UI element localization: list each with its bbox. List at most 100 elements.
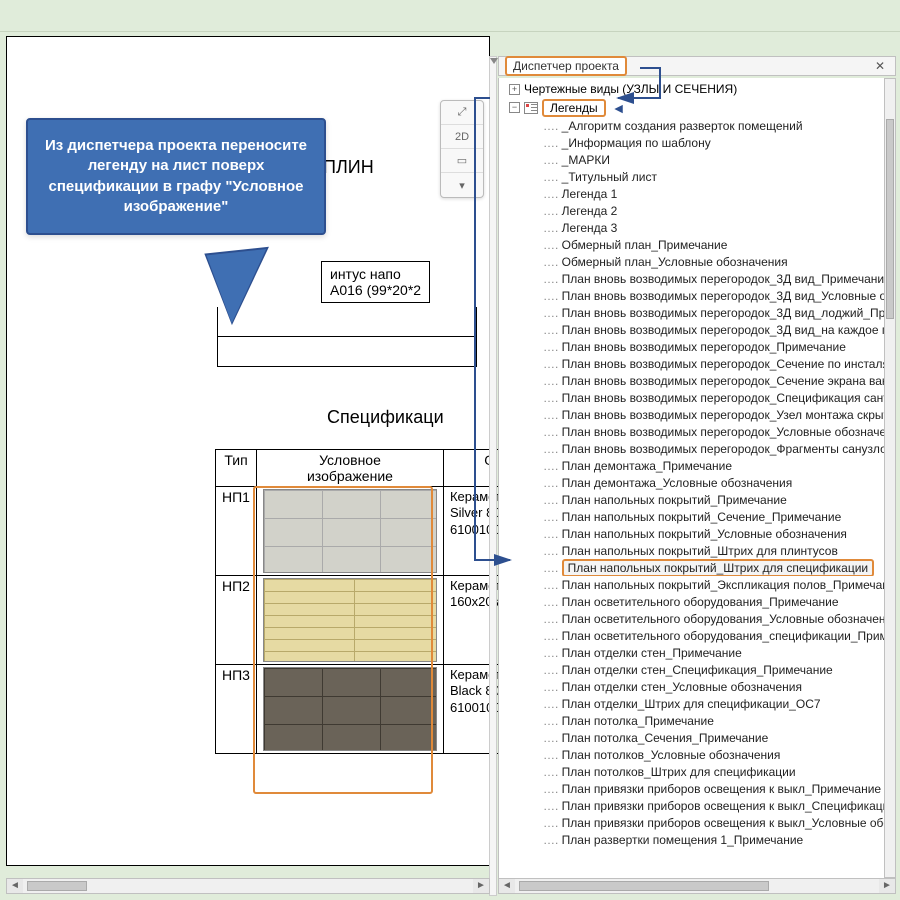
- splitter[interactable]: [489, 56, 497, 896]
- tree-item[interactable]: …. _Титульный лист: [503, 168, 895, 185]
- tree-item[interactable]: …. План демонтажа_Примечание: [503, 457, 895, 474]
- tree-dots: ….: [543, 476, 562, 490]
- toolbar-btn-expand[interactable]: ⤢: [441, 101, 483, 125]
- col-image-l2: изображение: [263, 468, 437, 484]
- project-browser-tree[interactable]: + Чертежные виды (УЗЛЫ И СЕЧЕНИЯ) − Леге…: [498, 78, 896, 888]
- tree-item[interactable]: …. План вновь возводимых перегородок_Спе…: [503, 389, 895, 406]
- tree-item-label: План потолка_Сечения_Примечание: [562, 731, 769, 745]
- tree-item[interactable]: …. План потолка_Сечения_Примечание: [503, 729, 895, 746]
- tree-item[interactable]: …. План привязки приборов освещения к вы…: [503, 780, 895, 797]
- tree-item[interactable]: …. План напольных покрытий_Условные обоз…: [503, 525, 895, 542]
- hatch-pattern-1: [263, 489, 437, 573]
- row-type: НП2: [216, 576, 257, 665]
- tree-item[interactable]: …. Легенда 2: [503, 202, 895, 219]
- tree-item[interactable]: …. План демонтажа_Условные обозначения: [503, 474, 895, 491]
- tree-item[interactable]: …. План отделки_Штрих для спецификации_О…: [503, 695, 895, 712]
- panel-title: Диспетчер проекта: [505, 56, 627, 76]
- tree-item-label: План напольных покрытий_Сечение_Примечан…: [562, 510, 842, 524]
- toolbar-btn-rect[interactable]: ▭: [441, 149, 483, 173]
- tree-item[interactable]: …. План потолков_Штрих для спецификации: [503, 763, 895, 780]
- tree-item[interactable]: …. Легенда 1: [503, 185, 895, 202]
- tree-item[interactable]: …. План осветительного оборудования_Прим…: [503, 593, 895, 610]
- tree-item[interactable]: …. План вновь возводимых перегородок_Усл…: [503, 423, 895, 440]
- tree-item[interactable]: …. План отделки стен_Спецификация_Примеч…: [503, 661, 895, 678]
- plinth-line1: интус напо: [330, 266, 421, 282]
- expand-plus-icon[interactable]: +: [509, 84, 520, 95]
- expand-minus-icon[interactable]: −: [509, 102, 520, 113]
- tree-item[interactable]: …. План вновь возводимых перегородок_Сеч…: [503, 372, 895, 389]
- tree-item[interactable]: …. План вновь возводимых перегородок_Фра…: [503, 440, 895, 457]
- tree-item[interactable]: …. План отделки стен_Примечание: [503, 644, 895, 661]
- tree-dots: ….: [543, 680, 562, 694]
- tree-item[interactable]: …. Легенда 3: [503, 219, 895, 236]
- tree-item[interactable]: …. План потолка_Примечание: [503, 712, 895, 729]
- tree-item[interactable]: …. План привязки приборов освещения к вы…: [503, 797, 895, 814]
- tree-item[interactable]: …. План потолков_Условные обозначения: [503, 746, 895, 763]
- scrollbar-thumb[interactable]: [886, 119, 894, 319]
- scroll-left-icon[interactable]: ◄: [7, 879, 23, 893]
- tree-item-label: План напольных покрытий_Штрих для специф…: [562, 559, 874, 576]
- tree-item[interactable]: …. _Алгоритм создания разверток помещени…: [503, 117, 895, 134]
- scroll-right-icon[interactable]: ►: [879, 879, 895, 893]
- scrollbar-thumb[interactable]: [519, 881, 769, 891]
- tree-item[interactable]: …. _МАРКИ: [503, 151, 895, 168]
- toolbar-btn-2d[interactable]: 2D: [441, 125, 483, 149]
- tree-dots: ….: [543, 748, 562, 762]
- tree-label: Чертежные виды (УЗЛЫ И СЕЧЕНИЯ): [524, 82, 737, 96]
- tree-item-label: План вновь возводимых перегородок_Сечени…: [562, 357, 895, 371]
- tree-item-label: Легенда 3: [562, 221, 618, 235]
- tree-item[interactable]: …. План вновь возводимых перегородок_Сеч…: [503, 355, 895, 372]
- tree-item[interactable]: …. План напольных покрытий_Экспликация п…: [503, 576, 895, 593]
- tree-item-label: План вновь возводимых перегородок_Примеч…: [562, 340, 846, 354]
- scroll-right-icon[interactable]: ►: [473, 879, 489, 893]
- tree-node-legends[interactable]: − Легенды ◄: [503, 98, 895, 117]
- floating-toolbar: ⤢ 2D ▭ ▾: [440, 100, 484, 198]
- scroll-left-icon[interactable]: ◄: [499, 879, 515, 893]
- tree-dots: ….: [543, 357, 562, 371]
- hscrollbar-panel[interactable]: ◄ ►: [498, 878, 896, 894]
- tree-item-label: Обмерный план_Примечание: [562, 238, 728, 252]
- tree-item-label: План вновь возводимых перегородок_Фрагме…: [562, 442, 895, 456]
- tree-item[interactable]: …. План вновь возводимых перегородок_3Д …: [503, 304, 895, 321]
- tree-dots: ….: [543, 833, 562, 847]
- tree-item[interactable]: …. План вновь возводимых перегородок_3Д …: [503, 321, 895, 338]
- tree-item[interactable]: …. План вновь возводимых перегородок_При…: [503, 338, 895, 355]
- tree-item[interactable]: …. План напольных покрытий_Сечение_Приме…: [503, 508, 895, 525]
- tree-node-views[interactable]: + Чертежные виды (УЗЛЫ И СЕЧЕНИЯ): [503, 80, 895, 98]
- tree-item[interactable]: …. План вновь возводимых перегородок_3Д …: [503, 287, 895, 304]
- hatch-pattern-2: [263, 578, 437, 662]
- tree-item[interactable]: …. Обмерный план_Условные обозначения: [503, 253, 895, 270]
- tree-item[interactable]: …. План отделки стен_Условные обозначени…: [503, 678, 895, 695]
- plinth-line2: А016 (99*20*2: [330, 282, 421, 298]
- tree-item[interactable]: …. План напольных покрытий_Штрих для пли…: [503, 542, 895, 559]
- tree-item-label: План потолка_Примечание: [562, 714, 714, 728]
- tree-item-label: План осветительного оборудования_Условны…: [562, 612, 893, 626]
- tree-item-label: План вновь возводимых перегородок_Сечени…: [562, 374, 895, 388]
- panel-titlebar[interactable]: Диспетчер проекта ✕: [498, 56, 896, 76]
- tree-item[interactable]: …. План осветительного оборудования_Усло…: [503, 610, 895, 627]
- tree-item[interactable]: …. План напольных покрытий_Примечание: [503, 491, 895, 508]
- tree-dots: ….: [543, 408, 562, 422]
- tree-item[interactable]: …. План напольных покрытий_Штрих для спе…: [503, 559, 895, 576]
- tree-dots: ….: [543, 255, 562, 269]
- tree-item[interactable]: …. План развертки помещения 1_Примечание: [503, 831, 895, 848]
- col-type: Тип: [216, 450, 257, 487]
- close-icon[interactable]: ✕: [875, 59, 889, 73]
- tree-dots: ….: [543, 323, 562, 337]
- tree-dots: ….: [543, 459, 562, 473]
- row-hatch: [256, 487, 443, 576]
- tree-item[interactable]: …. _Информация по шаблону: [503, 134, 895, 151]
- tree-item-label: План развертки помещения 1_Примечание: [562, 833, 804, 847]
- tree-dots: ….: [543, 204, 562, 218]
- toolbar-btn-dropdown[interactable]: ▾: [441, 173, 483, 197]
- tree-item[interactable]: …. План привязки приборов освещения к вы…: [503, 814, 895, 831]
- tree-dots: ….: [543, 425, 562, 439]
- hscrollbar-canvas[interactable]: ◄ ►: [6, 878, 490, 894]
- vertical-scrollbar[interactable]: [884, 78, 896, 878]
- tree-item[interactable]: …. План вновь возводимых перегородок_Узе…: [503, 406, 895, 423]
- tree-item[interactable]: …. План осветительного оборудования_спец…: [503, 627, 895, 644]
- tree-item[interactable]: …. Обмерный план_Примечание: [503, 236, 895, 253]
- tree-item[interactable]: …. План вновь возводимых перегородок_3Д …: [503, 270, 895, 287]
- tree-item-label: План напольных покрытий_Штрих для плинту…: [562, 544, 838, 558]
- scrollbar-thumb[interactable]: [27, 881, 87, 891]
